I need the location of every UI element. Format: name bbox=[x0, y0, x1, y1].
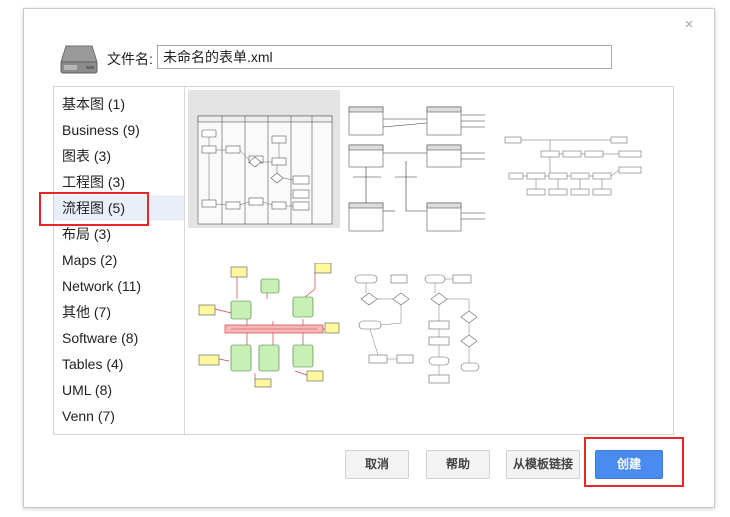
create-highlight-box bbox=[584, 437, 684, 487]
category-highlight-box bbox=[39, 192, 149, 226]
from-template-link-button[interactable]: 从模板链接 bbox=[506, 450, 580, 479]
category-other[interactable]: 其他 (7) bbox=[54, 299, 184, 325]
category-uml[interactable]: UML (8) bbox=[54, 377, 184, 403]
help-button[interactable]: 帮助 bbox=[426, 450, 490, 479]
cancel-button[interactable]: 取消 bbox=[345, 450, 409, 479]
category-network[interactable]: Network (11) bbox=[54, 273, 184, 299]
process-map-thumbnail bbox=[504, 136, 642, 196]
template-process-map[interactable] bbox=[501, 127, 647, 203]
filename-input[interactable] bbox=[157, 45, 612, 69]
drive-icon bbox=[60, 45, 98, 74]
category-software[interactable]: Software (8) bbox=[54, 325, 184, 351]
template-decision-flowchart[interactable] bbox=[345, 271, 493, 389]
category-list: 基本图 (1) Business (9) 图表 (3) 工程图 (3) 流程图 … bbox=[54, 87, 185, 434]
close-icon[interactable]: × bbox=[682, 17, 696, 32]
category-business[interactable]: Business (9) bbox=[54, 117, 184, 143]
category-tables[interactable]: Tables (4) bbox=[54, 351, 184, 377]
swimlane-flowchart-thumbnail bbox=[197, 115, 333, 225]
category-maps[interactable]: Maps (2) bbox=[54, 247, 184, 273]
category-venn[interactable]: Venn (7) bbox=[54, 403, 184, 429]
category-basic[interactable]: 基本图 (1) bbox=[54, 91, 184, 117]
template-preview-area bbox=[185, 87, 673, 434]
template-panel: 基本图 (1) Business (9) 图表 (3) 工程图 (3) 流程图 … bbox=[53, 86, 674, 435]
template-highlighted-flowchart[interactable] bbox=[195, 262, 343, 389]
template-swimlane-flowchart[interactable] bbox=[188, 90, 340, 228]
decision-flowchart-thumbnail bbox=[354, 274, 480, 384]
template-entity-diagram[interactable] bbox=[345, 101, 495, 233]
entity-diagram-thumbnail bbox=[348, 106, 485, 232]
filename-label: 文件名: bbox=[107, 51, 153, 67]
category-charts[interactable]: 图表 (3) bbox=[54, 143, 184, 169]
highlighted-flowchart-thumbnail bbox=[198, 262, 340, 388]
